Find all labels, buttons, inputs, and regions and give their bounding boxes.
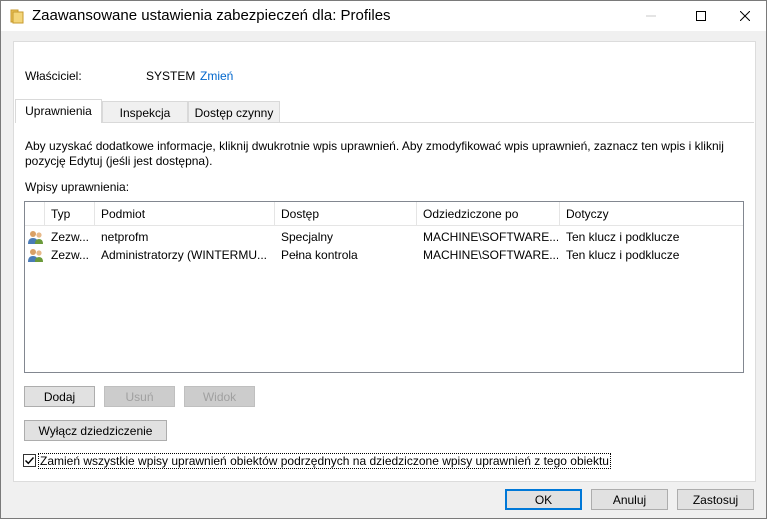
table-row[interactable]: Zezw... netprofm Specjalny MACHINE\SOFTW…	[25, 228, 743, 246]
cell-type: Zezw...	[51, 248, 90, 262]
column-header-icon	[25, 202, 45, 226]
cell-type: Zezw...	[51, 230, 90, 244]
maximize-button[interactable]	[678, 1, 724, 31]
close-button[interactable]	[722, 1, 767, 31]
info-text: Aby uzyskać dodatkowe informacje, klikni…	[25, 139, 724, 168]
ok-button[interactable]: OK	[505, 489, 582, 510]
minimize-icon	[646, 15, 656, 17]
checkmark-icon	[25, 457, 35, 465]
minimize-button[interactable]	[628, 1, 674, 31]
disable-inheritance-button[interactable]: Wyłącz dziedziczenie	[24, 420, 167, 441]
apply-button[interactable]: Zastosuj	[677, 489, 754, 510]
change-owner-link[interactable]: Zmień	[200, 69, 233, 83]
folder-icon	[10, 8, 24, 24]
list-header: Typ Podmiot Dostęp Odziedziczone po Doty…	[25, 202, 743, 226]
cell-inherited-from: MACHINE\SOFTWARE...	[423, 230, 558, 244]
users-group-icon	[28, 229, 44, 245]
view-button[interactable]: Widok	[184, 386, 255, 407]
cell-applies-to: Ten klucz i podklucze	[566, 230, 680, 244]
owner-label: Właściciel:	[25, 69, 82, 83]
cell-principal: netprofm	[101, 230, 149, 244]
window-title: Zaawansowane ustawienia zabezpieczeń dla…	[32, 7, 391, 24]
cell-inherited-from: MACHINE\SOFTWARE...	[423, 248, 558, 262]
title-bar[interactable]: Zaawansowane ustawienia zabezpieczeń dla…	[1, 1, 766, 31]
cell-access: Pełna kontrola	[281, 248, 358, 262]
cell-applies-to: Ten klucz i podklucze	[566, 248, 680, 262]
add-button[interactable]: Dodaj	[24, 386, 95, 407]
tab-auditing[interactable]: Inspekcja	[102, 101, 188, 122]
table-row[interactable]: Zezw... Administratorzy (WINTERMU... Peł…	[25, 246, 743, 264]
replace-child-permissions-checkbox[interactable]	[23, 454, 36, 467]
maximize-icon	[696, 11, 706, 21]
remove-button[interactable]: Usuń	[104, 386, 175, 407]
cell-access: Specjalny	[281, 230, 334, 244]
tab-effective-access[interactable]: Dostęp czynny	[188, 101, 280, 122]
column-header-applies-to[interactable]: Dotyczy	[560, 202, 743, 226]
cell-principal: Administratorzy (WINTERMU...	[101, 248, 268, 262]
tab-permissions[interactable]: Uprawnienia	[15, 99, 102, 123]
column-header-inherited-from[interactable]: Odziedziczone po	[417, 202, 560, 226]
users-group-icon	[28, 247, 44, 263]
close-icon	[740, 11, 750, 21]
replace-child-permissions-label[interactable]: Zamień wszystkie wpisy uprawnień obiektó…	[38, 453, 611, 469]
owner-value: SYSTEM	[146, 69, 196, 83]
entries-label: Wpisy uprawnienia:	[25, 180, 130, 194]
permission-entries-list[interactable]: Typ Podmiot Dostęp Odziedziczone po Doty…	[24, 201, 744, 373]
column-header-type[interactable]: Typ	[45, 202, 95, 226]
cancel-button[interactable]: Anuluj	[591, 489, 668, 510]
column-header-principal[interactable]: Podmiot	[95, 202, 275, 226]
security-dialog-window: Zaawansowane ustawienia zabezpieczeń dla…	[0, 0, 767, 519]
column-header-access[interactable]: Dostęp	[275, 202, 417, 226]
